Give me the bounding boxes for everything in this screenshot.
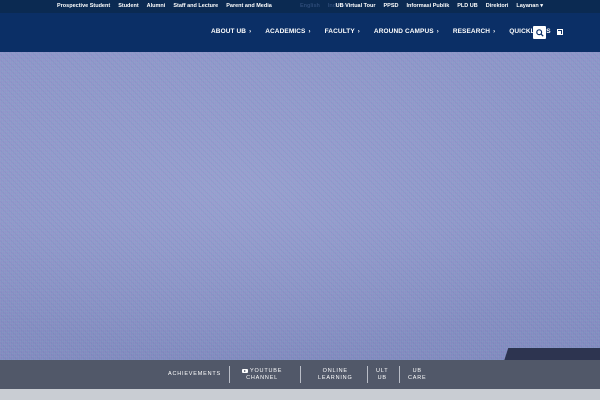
search-button[interactable]: [533, 26, 546, 39]
chevron-right-icon: ›: [436, 28, 439, 35]
main-navigation: ABOUT UB › ACADEMICS › FACULTY › AROUND …: [0, 13, 600, 52]
link-ppsd[interactable]: PPSD: [383, 3, 398, 9]
chevron-right-icon: ›: [493, 28, 496, 35]
youtube-icon: [242, 368, 248, 373]
quicklink-ub-care[interactable]: UB CARE: [408, 368, 426, 382]
link-informasi-publik[interactable]: Informasi Publik: [406, 3, 449, 9]
link-prospective-student[interactable]: Prospective Student: [57, 3, 110, 9]
hero-dark-shape: [501, 348, 600, 360]
quicklink-label: ACHIEVEMENTS: [168, 371, 221, 377]
nav-item-about-ub[interactable]: ABOUT UB ›: [211, 28, 251, 35]
nav-item-label: RESEARCH: [452, 28, 491, 35]
layanan-label: Layanan: [516, 3, 539, 9]
quicklink-sublabel: CHANNEL: [246, 375, 279, 381]
link-staff-and-lecture[interactable]: Staff and Lecture: [173, 3, 218, 9]
external-link-icon: [556, 28, 563, 35]
link-pld-ub[interactable]: PLD UB: [457, 3, 477, 9]
quicklink-sublabel: UB: [377, 375, 387, 381]
link-virtual-tour[interactable]: UB Virtual Tour: [336, 3, 376, 9]
search-icon: [535, 28, 544, 37]
divider: [229, 366, 230, 383]
quicklink-label: ULT: [376, 368, 389, 374]
chevron-right-icon: ›: [249, 28, 252, 35]
nav-item-label: ACADEMICS: [265, 28, 306, 35]
layanan-dropdown[interactable]: Layanan ▾: [516, 3, 543, 9]
nav-item-around-campus[interactable]: AROUND CAMPUS ›: [374, 28, 439, 35]
quicklink-label: ONLINE: [322, 368, 348, 374]
quicklink-sublabel: CARE: [408, 375, 427, 381]
hero-background-texture: [0, 52, 600, 360]
link-parent-and-media[interactable]: Parent and Media: [226, 3, 272, 9]
nav-item-academics[interactable]: ACADEMICS ›: [265, 28, 310, 35]
utility-links: UB Virtual Tour PPSD Informasi Publik PL…: [336, 3, 543, 9]
divider: [300, 366, 301, 383]
language-english[interactable]: English: [300, 3, 320, 9]
nav-item-label: ABOUT UB: [211, 28, 247, 35]
chevron-right-icon: ›: [357, 28, 360, 35]
audience-links: Prospective Student Student Alumni Staff…: [57, 3, 272, 9]
nav-item-faculty[interactable]: FACULTY ›: [325, 28, 360, 35]
quicklink-ult-ub[interactable]: ULT UB: [376, 368, 388, 382]
quicklink-label: YOUTUBE: [250, 368, 283, 374]
nav-menu: ABOUT UB › ACADEMICS › FACULTY › AROUND …: [211, 28, 563, 35]
caret-down-icon: ▾: [540, 3, 543, 9]
nav-item-label: AROUND CAMPUS: [373, 28, 434, 35]
top-utility-bar: Prospective Student Student Alumni Staff…: [0, 0, 600, 13]
link-direktori[interactable]: Direktori: [486, 3, 509, 9]
quicklink-label: UB: [412, 368, 422, 374]
nav-item-label: FACULTY: [324, 28, 355, 35]
quicklink-achievements[interactable]: ACHIEVEMENTS: [168, 371, 221, 378]
divider: [399, 366, 400, 383]
chevron-right-icon: ›: [308, 28, 311, 35]
nav-item-research[interactable]: RESEARCH ›: [453, 28, 495, 35]
divider: [367, 366, 368, 383]
quicklink-youtube-channel[interactable]: YOUTUBE CHANNEL: [242, 368, 282, 382]
quick-access-bar: ACHIEVEMENTS YOUTUBE CHANNEL ONLINE LEAR…: [0, 360, 600, 389]
page-bottom-strip: [0, 389, 600, 400]
link-student[interactable]: Student: [118, 3, 138, 9]
quicklink-online-learning[interactable]: ONLINE LEARNING: [318, 368, 353, 382]
quicklink-sublabel: LEARNING: [318, 375, 353, 381]
hero-banner: [0, 52, 600, 360]
link-alumni[interactable]: Alumni: [147, 3, 166, 9]
